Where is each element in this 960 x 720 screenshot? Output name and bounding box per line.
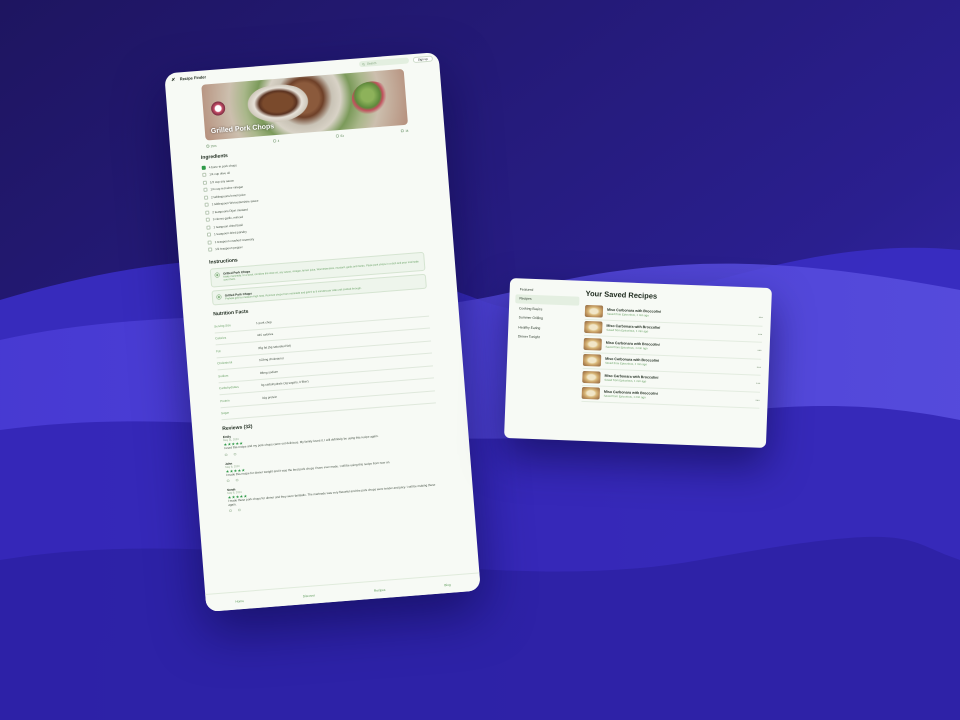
stat-calories: 1k — [401, 129, 409, 134]
ingredient-checkbox[interactable] — [206, 232, 212, 238]
nutrition-label: Carbohydrates — [218, 385, 239, 391]
nav-home[interactable]: Home — [235, 599, 244, 604]
saved-recipes-card: Featured Recipes Cooking Basics Summer Gril… — [504, 278, 772, 448]
more-options-icon[interactable]: ••• — [759, 315, 763, 320]
clock-icon — [206, 144, 210, 148]
reviews-list: Emily May 11, 2023 ★★★★★ I used this recipe… — [223, 418, 443, 513]
ingredient-checkbox[interactable] — [204, 202, 209, 208]
ingredient-checkbox[interactable] — [202, 180, 208, 185]
more-options-icon[interactable]: ••• — [756, 381, 760, 386]
thumbs-up-icon[interactable] — [226, 479, 230, 483]
saved-recipe-text: Miso Carbonara with Broccolini Saved from… — [607, 308, 661, 318]
nutrition-value: 31g protein — [261, 394, 278, 400]
search-icon — [362, 62, 365, 66]
ingredient-checkbox[interactable] — [202, 172, 207, 178]
step-icon — [214, 272, 220, 278]
stat-difficulty: Ez — [336, 134, 344, 139]
nutrition-value: 446 calories — [256, 332, 274, 338]
background — [0, 0, 960, 720]
recipe-thumbnail — [584, 304, 604, 318]
nutrition-label: Protein — [219, 398, 230, 404]
servings-icon — [273, 139, 277, 143]
ingredients-list: 4 bone-in pork chops 1/4 cup olive oil 1/2… — [201, 147, 422, 254]
thumbs-up-icon[interactable] — [229, 509, 233, 513]
search-input[interactable]: Search — [358, 57, 410, 68]
more-options-icon[interactable]: ••• — [758, 331, 762, 336]
search-placeholder: Search — [366, 60, 377, 66]
recipe-detail-screen: Recipe Finder Search Sign up Grilled Por… — [164, 52, 481, 612]
nutrition-label: Calories — [215, 336, 227, 341]
recipe-thumbnail — [581, 387, 601, 400]
signup-button[interactable]: Sign up — [412, 55, 434, 64]
nav-recipes[interactable]: Recipes — [374, 587, 386, 592]
saved-recipe-text: Miso Carbonara with Broccolini Saved from… — [606, 340, 660, 350]
ingredient-checkbox[interactable] — [201, 165, 206, 170]
saved-sidebar: Featured Recipes Cooking Basics Summer Gril… — [514, 284, 580, 343]
saved-recipes-list: Miso Carbonara with Broccolini Saved from… — [581, 302, 764, 409]
saved-recipe-text: Miso Carbonara with Broccolini Saved from… — [606, 324, 660, 334]
app-name: Recipe Finder — [179, 73, 207, 81]
reply-icon[interactable] — [237, 508, 241, 512]
recipe-thumbnail — [582, 370, 601, 384]
reply-icon[interactable] — [233, 452, 237, 456]
ingredient-checkbox[interactable] — [203, 195, 209, 200]
ingredient-checkbox[interactable] — [207, 240, 212, 245]
nutrition-label: Serving Size — [214, 323, 232, 329]
saved-recipe-text: Miso Carbonara with Broccolini Saved from… — [604, 390, 658, 400]
nutrition-label: Fat — [216, 349, 221, 354]
thumbs-up-icon[interactable] — [224, 453, 228, 457]
more-options-icon[interactable]: ••• — [757, 348, 761, 353]
saved-recipe-text: Miso Carbonara with Broccolini Saved from… — [604, 373, 658, 383]
nutrition-value: 1 pork chop — [255, 319, 272, 326]
instruction-body: Grilled Pork Chops Preheat grill for medi… — [225, 283, 362, 301]
nutrition-value: 88mg sodium — [259, 369, 279, 375]
logo-icon — [171, 77, 175, 81]
more-options-icon[interactable]: ••• — [757, 364, 761, 369]
ingredient-text: 1/2 teaspoon pepper — [215, 245, 243, 252]
ingredient-text: 1/4 cup olive oil — [209, 171, 231, 177]
sidebar-item[interactable]: Dinner Tonight — [514, 332, 578, 344]
nav-discover[interactable]: Discover — [303, 593, 316, 598]
recipe-title: Grilled Pork Chops — [210, 123, 275, 136]
saved-recipes-title: Your Saved Recipes — [585, 288, 658, 301]
recipe-thumbnail — [582, 354, 602, 367]
ingredient-checkbox[interactable] — [205, 217, 211, 223]
nutrition-label: Cholesterol — [217, 360, 233, 366]
recipe-thumbnail — [584, 321, 603, 334]
nutrition-table: Serving Size 1 pork chop Calories 446 calor… — [213, 303, 436, 421]
stat-time: 15m — [206, 144, 217, 149]
nutrition-value: 103mg cholesterol — [258, 356, 284, 363]
more-options-icon[interactable]: ••• — [755, 397, 759, 402]
stat-servings: 4 — [273, 139, 279, 143]
nutrition-value: 3g carbohydrate (1g sugars, 0 fiber) — [260, 379, 309, 388]
saved-recipe-text: Miso Carbonara with Broccolini Saved from… — [605, 357, 659, 367]
difficulty-icon — [336, 134, 340, 138]
ingredient-checkbox[interactable] — [203, 187, 208, 193]
nutrition-value: 35g fat (5g saturated fat) — [257, 343, 291, 351]
calories-icon — [401, 129, 404, 133]
reply-icon[interactable] — [235, 478, 239, 482]
recipe-thumbnail — [583, 337, 602, 351]
nav-blog[interactable]: Blog — [444, 582, 451, 586]
ingredient-checkbox[interactable] — [206, 225, 211, 230]
ingredient-checkbox[interactable] — [208, 247, 213, 252]
nutrition-label: Sugar — [220, 411, 230, 416]
nutrition-label: Sodium — [217, 373, 229, 379]
step-icon — [216, 294, 222, 300]
ingredient-checkbox[interactable] — [205, 210, 210, 215]
